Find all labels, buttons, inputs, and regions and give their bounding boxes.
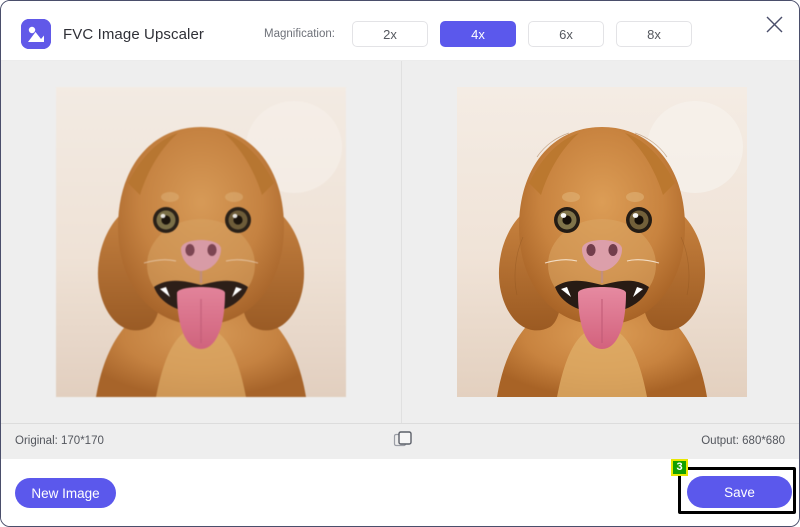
magnification-control: Magnification: 2x 4x 6x 8x [264, 21, 692, 47]
preview-area [1, 61, 800, 423]
new-image-button[interactable]: New Image [15, 478, 116, 508]
save-button[interactable]: Save [687, 476, 792, 508]
title-bar: FVC Image Upscaler Magnification: 2x 4x … [1, 1, 800, 61]
upscaled-image-preview[interactable] [401, 61, 800, 423]
close-icon[interactable] [757, 7, 791, 41]
magnification-option-6x[interactable]: 6x [528, 21, 604, 47]
upscaled-dog-photo [457, 87, 747, 397]
output-size-label: Output: 680*680 [701, 435, 785, 447]
fvc-image-upscaler-window: FVC Image Upscaler Magnification: 2x 4x … [0, 0, 800, 527]
image-photo-icon [21, 19, 51, 49]
magnification-option-4x[interactable]: 4x [440, 21, 516, 47]
annotation-step-badge: 3 [671, 459, 688, 476]
brand: FVC Image Upscaler [21, 19, 204, 49]
magnification-option-2x[interactable]: 2x [352, 21, 428, 47]
compare-squares-icon[interactable] [393, 430, 413, 450]
magnification-option-8x[interactable]: 8x [616, 21, 692, 47]
original-dog-photo [56, 87, 346, 397]
page-title: FVC Image Upscaler [63, 26, 204, 43]
magnification-label: Magnification: [264, 28, 335, 40]
original-image-preview[interactable] [1, 61, 401, 423]
original-size-label: Original: 170*170 [15, 435, 104, 447]
